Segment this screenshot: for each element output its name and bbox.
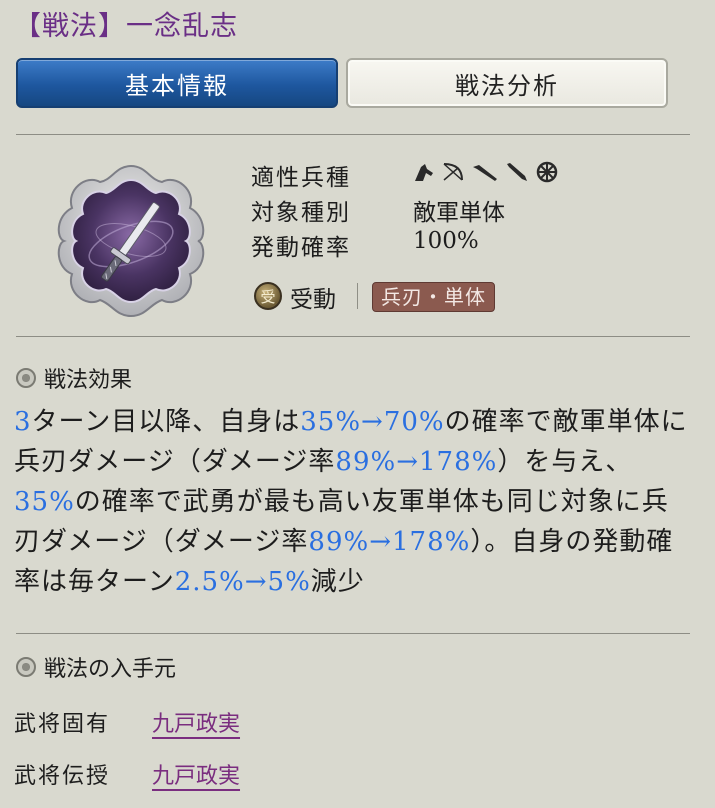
source-link-taught[interactable]: 九戸政実 xyxy=(152,758,240,790)
effect-text-segment: ）を与え、 xyxy=(497,447,633,477)
skill-type-label: 受動 xyxy=(290,287,336,313)
effect-value: 35%→70% xyxy=(300,407,445,437)
tab-bar: 基本情報 戦法分析 xyxy=(16,58,668,110)
spear-icon xyxy=(473,165,497,181)
source-heading-text: 戦法の入手元 xyxy=(44,657,177,682)
section-bullet-icon xyxy=(16,657,36,677)
source-label-unique: 武将固有 xyxy=(14,712,111,737)
source-heading: 戦法の入手元 xyxy=(16,651,176,683)
effect-value: 89%→178% xyxy=(308,527,471,557)
page-title: 【戦法】一念乱志 xyxy=(14,11,238,42)
effect-heading: 戦法効果 xyxy=(16,362,132,394)
section-bullet-icon xyxy=(16,368,36,388)
effect-value: 2.5%→5% xyxy=(174,567,311,597)
damage-type-tag: 兵刃・単体 xyxy=(372,282,495,312)
effect-heading-text: 戦法効果 xyxy=(44,368,133,393)
cavalry-icon xyxy=(415,164,433,181)
tab-skill-analysis[interactable]: 戦法分析 xyxy=(346,58,668,108)
shield-wheel-icon xyxy=(536,161,558,183)
separator xyxy=(357,283,358,309)
gun-icon xyxy=(507,163,527,181)
effect-description: 3ターン目以降、自身は35%→70%の確率で敵軍単体に兵刃ダメージ（ダメージ率8… xyxy=(14,402,690,602)
effect-value: 3 xyxy=(14,407,32,437)
effect-text-segment: 減少 xyxy=(310,567,365,597)
divider xyxy=(16,336,690,337)
target-type-label: 対象種別 xyxy=(251,200,351,226)
source-label-taught: 武将伝授 xyxy=(14,764,111,789)
effect-text-segment: ターン目以降、自身は xyxy=(31,407,301,437)
source-link-unique[interactable]: 九戸政実 xyxy=(152,706,240,738)
activation-rate-label: 発動確率 xyxy=(251,235,351,261)
divider xyxy=(16,134,690,135)
troop-type-label: 適性兵種 xyxy=(251,165,351,191)
activation-rate-value: 100% xyxy=(413,228,479,254)
bow-icon xyxy=(443,163,463,181)
troop-icons xyxy=(413,160,559,184)
skill-icon xyxy=(57,164,205,318)
divider xyxy=(16,633,690,634)
effect-value: 35% xyxy=(14,487,75,517)
tab-basic-info[interactable]: 基本情報 xyxy=(16,58,338,108)
passive-icon: 受 xyxy=(254,282,282,310)
target-type-value: 敵軍単体 xyxy=(413,200,505,226)
effect-value: 89%→178% xyxy=(335,447,498,477)
